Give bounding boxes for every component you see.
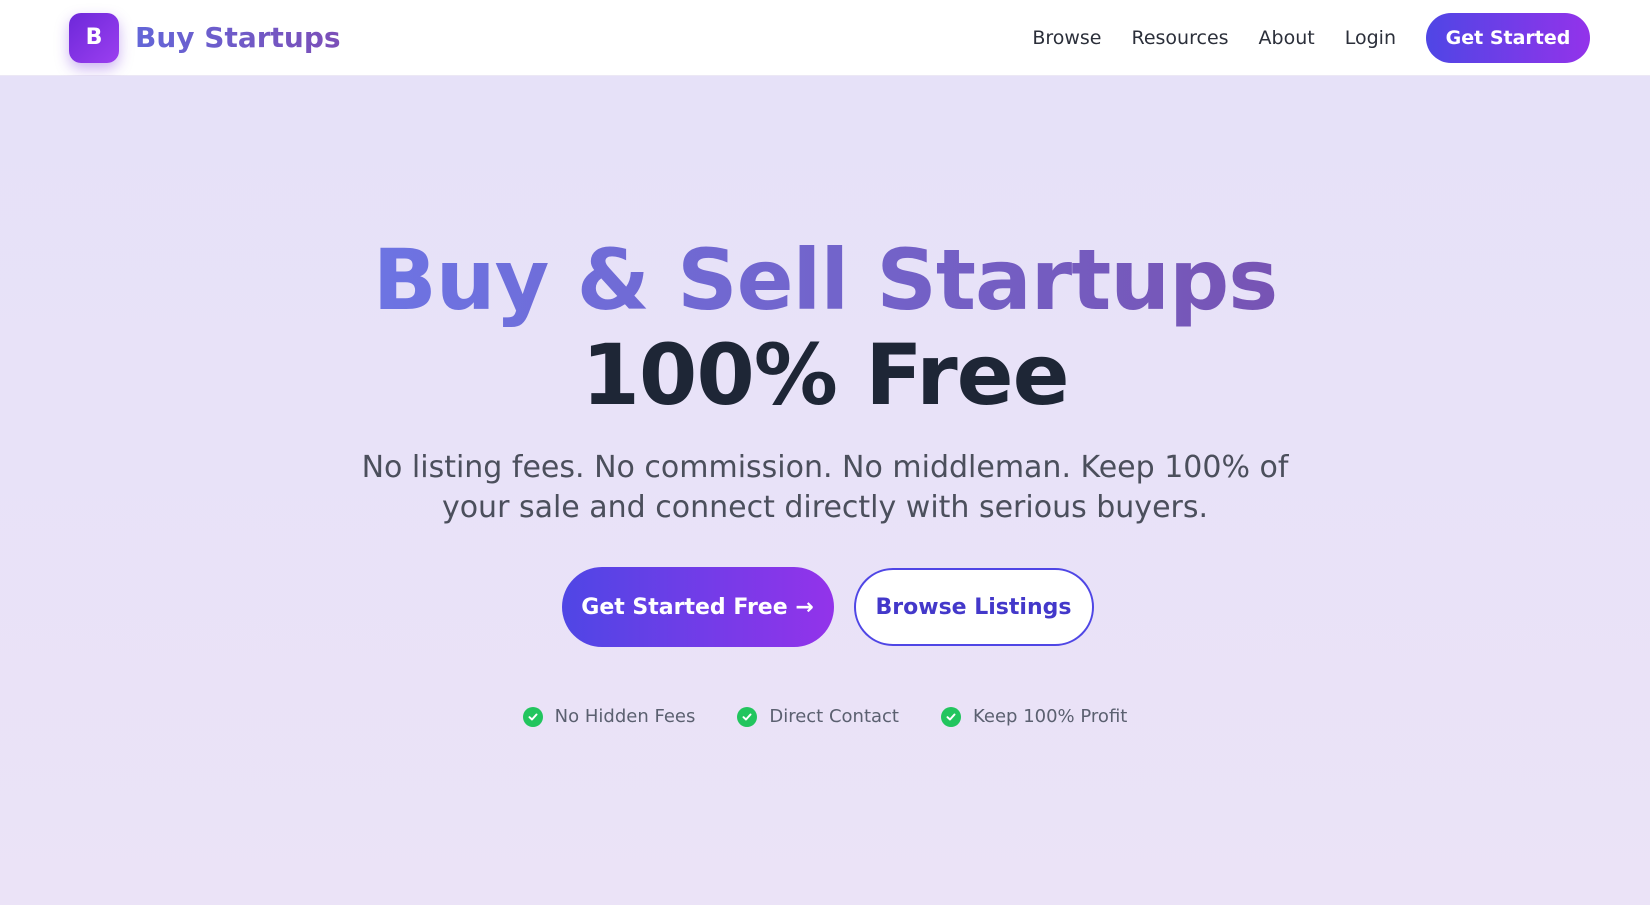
feature-label: Keep 100% Profit <box>973 706 1128 727</box>
feature-label: Direct Contact <box>769 706 899 727</box>
brand-name[interactable]: Buy Startups <box>135 21 341 54</box>
feature-item: Keep 100% Profit <box>941 706 1127 727</box>
nav-link-resources[interactable]: Resources <box>1132 27 1229 49</box>
logo-badge[interactable]: B <box>69 12 119 63</box>
hero-cta-row: Get Started Free → Browse Listings <box>0 567 1650 647</box>
check-circle-icon <box>737 706 758 727</box>
feature-item: Direct Contact <box>737 706 899 727</box>
check-circle-icon <box>941 706 961 727</box>
top-navbar: B Buy Startups Browse Resources About Lo… <box>0 0 1650 76</box>
feature-item: No Hidden Fees <box>522 706 696 727</box>
nav-link-about[interactable]: About <box>1259 27 1315 49</box>
hero-section: Buy & Sell Startups 100% Free No listing… <box>0 76 1650 905</box>
feature-label: No Hidden Fees <box>554 706 696 727</box>
feature-list: No Hidden Fees Direct Contact Keep 100% … <box>0 706 1650 727</box>
brand[interactable]: B Buy Startups <box>69 12 341 63</box>
hero-subtitle: No listing fees. No commission. No middl… <box>361 450 1289 525</box>
get-started-free-button[interactable]: Get Started Free → <box>561 567 834 647</box>
nav-links: Browse Resources About Login Get Started <box>1032 12 1590 63</box>
nav-link-browse[interactable]: Browse <box>1032 27 1101 49</box>
hero-headline-free: 100% Free <box>581 326 1069 424</box>
browse-listings-button[interactable]: Browse Listings <box>853 568 1094 646</box>
get-started-button[interactable]: Get Started <box>1426 12 1590 63</box>
hero-headline: Buy & Sell Startups <box>0 236 1650 324</box>
nav-link-login[interactable]: Login <box>1345 27 1396 49</box>
hero-headline-gradient: Buy & Sell Startups <box>372 231 1278 329</box>
check-circle-icon <box>522 706 543 727</box>
